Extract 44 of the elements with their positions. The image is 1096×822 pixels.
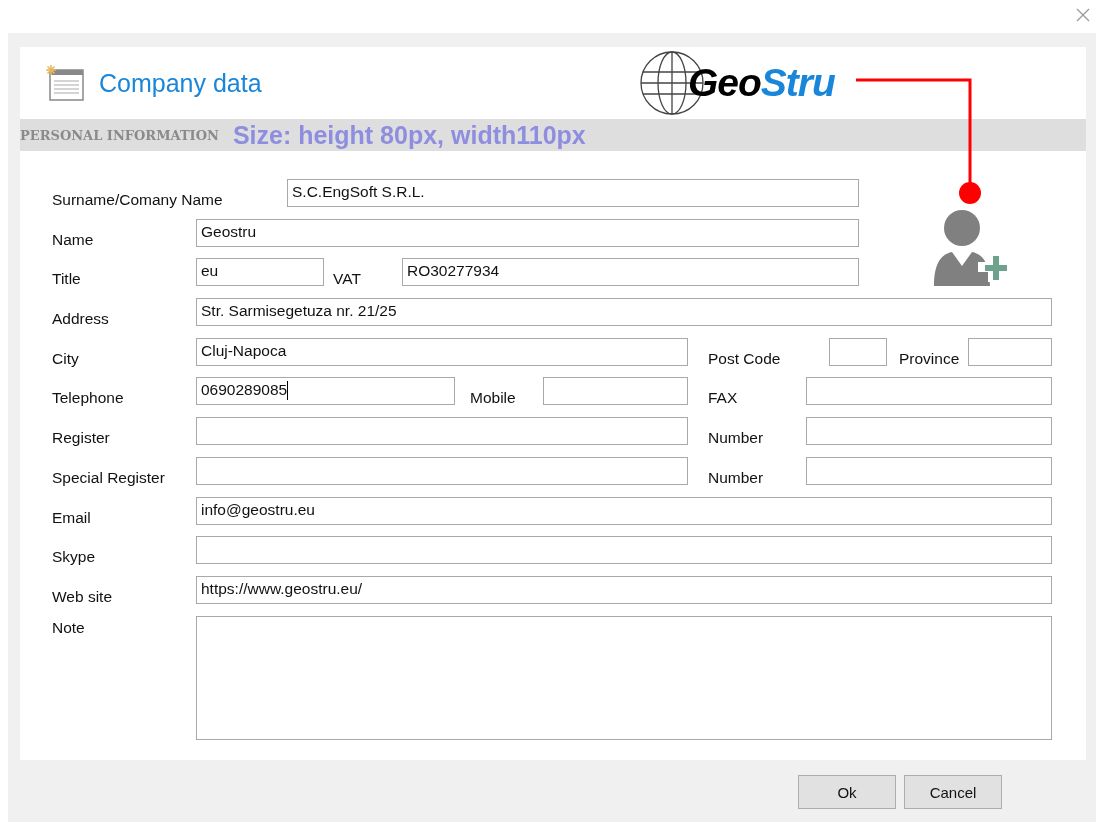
field-label: Number	[708, 428, 764, 449]
text-field[interactable]: Cluj-Napoca	[196, 337, 688, 366]
text-field[interactable]	[806, 417, 1052, 446]
text-field[interactable]	[196, 536, 1052, 565]
field-label: City	[52, 348, 79, 369]
ok-button[interactable]: Ok	[798, 775, 896, 809]
field-label: Address	[52, 309, 109, 330]
text-field[interactable]: RO30277934	[402, 258, 859, 287]
field-label: Number	[708, 467, 764, 488]
text-field[interactable]	[196, 417, 688, 446]
section-title: PERSONAL INFORMATION	[20, 127, 219, 143]
text-field[interactable]: Str. Sarmisegetuza nr. 21/25	[196, 298, 1052, 327]
form-icon	[45, 64, 85, 102]
close-icon[interactable]	[1076, 8, 1090, 22]
text-field[interactable]: https://www.geostru.eu/	[196, 575, 1052, 604]
text-field[interactable]	[196, 456, 688, 485]
field-label: Web site	[52, 586, 113, 607]
text-field[interactable]: eu	[196, 258, 324, 287]
field-label: Special Register	[52, 467, 165, 488]
field-label: Telephone	[52, 388, 124, 409]
field-label: Email	[52, 507, 91, 528]
text-field[interactable]	[968, 337, 1052, 366]
field-label: Title	[52, 269, 81, 290]
field-label: Note	[52, 617, 85, 638]
text-field[interactable]: 0690289085	[196, 377, 455, 406]
field-label: Surname/Comany Name	[52, 190, 223, 210]
field-label: Province	[899, 348, 960, 369]
field-label: VAT	[333, 269, 361, 290]
field-label: Skype	[52, 547, 96, 568]
text-field[interactable]: info@geostru.eu	[196, 496, 1052, 525]
field-label: Register	[52, 428, 110, 449]
text-field[interactable]	[806, 377, 1052, 406]
dialog-title: Company data	[99, 68, 262, 98]
field-label: Post Code	[708, 348, 781, 369]
cancel-button[interactable]: Cancel	[904, 775, 1002, 809]
text-field[interactable]	[543, 377, 688, 406]
text-field[interactable]	[806, 456, 1052, 485]
text-field[interactable]: Geostru	[196, 218, 859, 247]
field-label: Name	[52, 229, 94, 250]
field-label: FAX	[708, 388, 738, 409]
size-annotation: Size: height 80px, width110px	[232, 120, 586, 150]
text-field[interactable]	[829, 337, 887, 366]
text-field[interactable]: S.C.EngSoft S.R.L.	[287, 179, 859, 207]
field-label: Mobile	[470, 388, 516, 409]
